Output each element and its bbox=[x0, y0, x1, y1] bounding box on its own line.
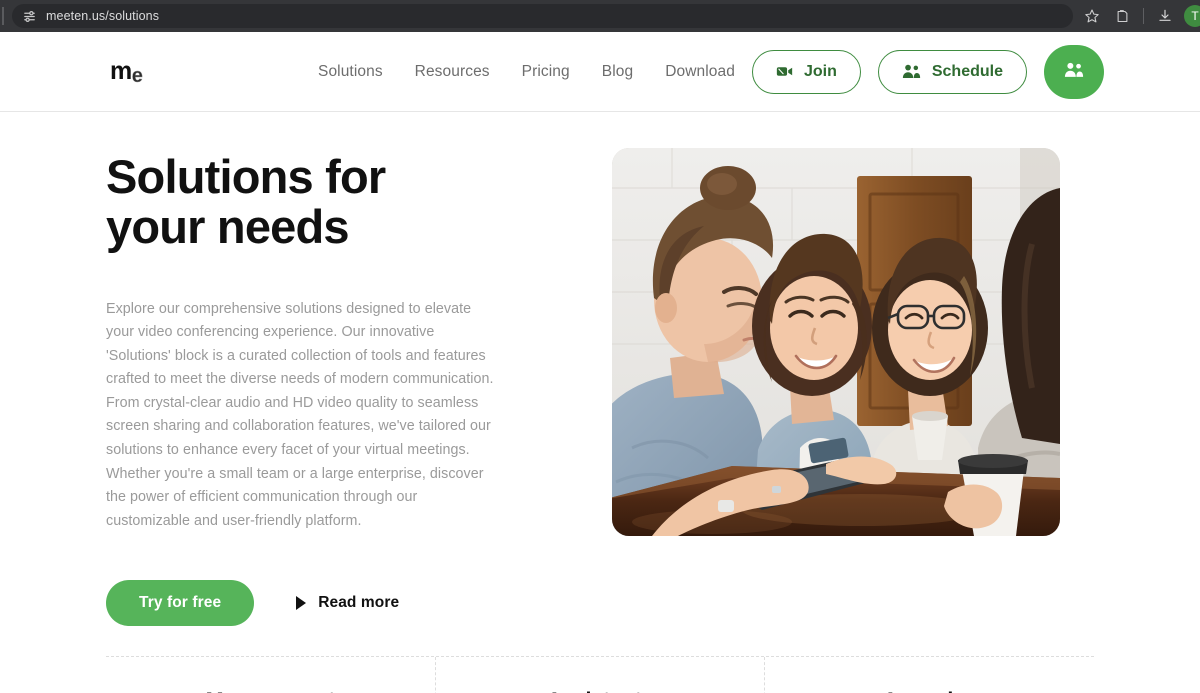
people-group-icon bbox=[902, 64, 921, 79]
feature-columns: Management Assistants Agencies bbox=[106, 656, 1094, 693]
profile-action-button[interactable] bbox=[1044, 44, 1104, 99]
join-button-label: Join bbox=[803, 62, 837, 80]
nav-item-pricing[interactable]: Pricing bbox=[522, 63, 570, 81]
feature-title: Assistants bbox=[547, 688, 654, 693]
nav-item-blog[interactable]: Blog bbox=[602, 63, 633, 81]
nav-item-resources[interactable]: Resources bbox=[415, 63, 490, 81]
video-camera-icon bbox=[776, 64, 793, 79]
feature-title: Agencies bbox=[883, 688, 977, 693]
download-icon[interactable] bbox=[1150, 1, 1180, 31]
header-actions: Join Schedule bbox=[751, 44, 1104, 99]
address-bar-url: meeten.us/solutions bbox=[46, 9, 160, 23]
address-bar[interactable]: meeten.us/solutions bbox=[12, 4, 1073, 28]
site-header: m e Solutions Resources Pricing Blog Dow… bbox=[0, 32, 1200, 112]
hero-description: Explore our comprehensive solutions desi… bbox=[106, 300, 494, 529]
toolbar-divider bbox=[1143, 8, 1144, 24]
feature-title: Management bbox=[206, 688, 336, 693]
nav-item-download[interactable]: Download bbox=[665, 63, 735, 81]
hero-media bbox=[612, 148, 1060, 626]
read-more-label: Read more bbox=[318, 594, 400, 612]
hero-image bbox=[612, 148, 1060, 536]
schedule-button[interactable]: Schedule bbox=[877, 49, 1027, 94]
profile-avatar[interactable]: T bbox=[1184, 5, 1200, 27]
join-button[interactable]: Join bbox=[751, 49, 861, 94]
schedule-button-label: Schedule bbox=[931, 62, 1003, 80]
logo-text-primary: m bbox=[110, 57, 132, 85]
browser-window-edge bbox=[2, 7, 8, 25]
feature-column-agencies[interactable]: Agencies bbox=[764, 657, 1094, 693]
people-group-icon bbox=[1064, 62, 1084, 81]
feature-column-management[interactable]: Management bbox=[106, 657, 435, 693]
try-for-free-button[interactable]: Try for free bbox=[106, 580, 255, 627]
star-icon[interactable] bbox=[1077, 1, 1107, 31]
page-title: Solutions for your needs bbox=[106, 150, 386, 254]
site-logo[interactable]: m e bbox=[96, 57, 246, 87]
main-navigation: Solutions Resources Pricing Blog Downloa… bbox=[318, 63, 735, 81]
nav-item-solutions[interactable]: Solutions bbox=[318, 63, 383, 81]
read-more-button[interactable]: Read more bbox=[296, 594, 399, 612]
tune-sliders-icon[interactable] bbox=[22, 9, 37, 24]
hero-cta-group: Try for free Read more bbox=[106, 580, 526, 627]
logo-text-secondary: e bbox=[131, 65, 144, 87]
hero-section: Solutions for your needs Explore our com… bbox=[0, 112, 1200, 627]
feature-column-assistants[interactable]: Assistants bbox=[434, 657, 765, 693]
browser-action-buttons: T bbox=[1077, 0, 1200, 32]
reading-list-icon[interactable] bbox=[1107, 1, 1137, 31]
play-triangle-icon bbox=[296, 596, 307, 611]
browser-toolbar: meeten.us/solutions T bbox=[0, 0, 1200, 32]
hero-content: Solutions for your needs Explore our com… bbox=[106, 148, 526, 627]
